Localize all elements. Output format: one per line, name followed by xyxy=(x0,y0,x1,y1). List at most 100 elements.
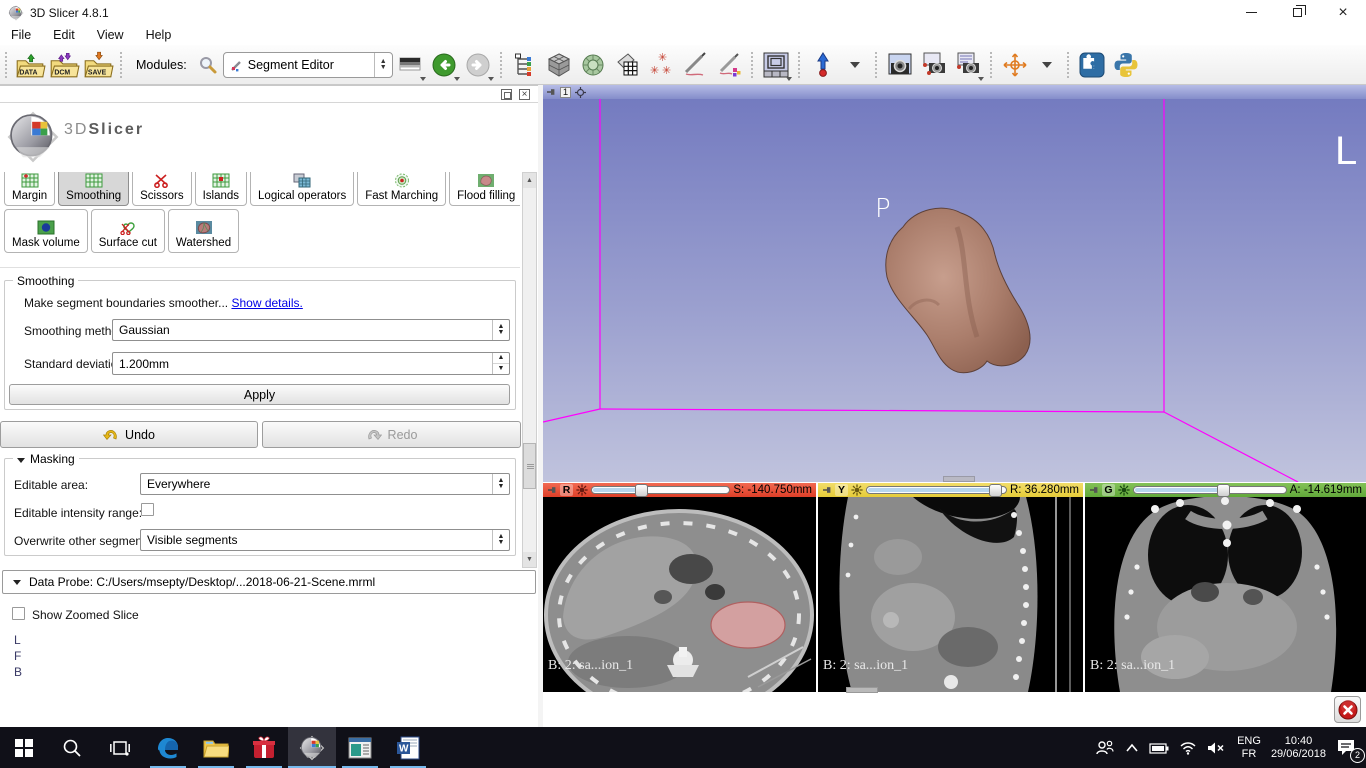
python-console-button[interactable] xyxy=(1109,48,1143,82)
apply-button[interactable]: Apply xyxy=(9,384,510,405)
scene-view-save-button[interactable] xyxy=(917,48,951,82)
masking-group-title[interactable]: Masking xyxy=(13,452,79,466)
taskbar-gift-app-button[interactable] xyxy=(240,727,288,768)
dicom-button[interactable]: DCM xyxy=(47,48,81,82)
forward-button[interactable] xyxy=(461,48,495,82)
action-center-button[interactable]: 2 xyxy=(1336,738,1358,758)
stddev-spinbox[interactable]: 1.200mm ▲▼ xyxy=(112,352,510,375)
pin-icon[interactable] xyxy=(546,87,556,97)
yellow-slice-bar[interactable]: Y R: 36.280mm xyxy=(818,483,1083,497)
crosshair-button[interactable] xyxy=(998,48,1032,82)
data-module-button[interactable] xyxy=(542,48,576,82)
slider-handle[interactable] xyxy=(989,484,1002,497)
people-icon[interactable] xyxy=(1095,739,1115,757)
panel-float-icon[interactable] xyxy=(501,89,512,100)
module-search-button[interactable] xyxy=(193,48,223,82)
effect-margin[interactable]: Margin xyxy=(4,172,55,206)
scrollbar-thumb[interactable] xyxy=(523,443,536,489)
subject-hierarchy-button[interactable] xyxy=(508,48,542,82)
spin-down-icon[interactable]: ▼ xyxy=(493,364,509,374)
view3d-header[interactable]: 1 xyxy=(543,85,1366,99)
view-splitter-grip[interactable] xyxy=(943,476,975,482)
taskbar-search-button[interactable] xyxy=(48,727,96,768)
editable-area-combo[interactable]: Everywhere ▲▼ xyxy=(140,473,510,495)
menu-file[interactable]: File xyxy=(0,26,42,44)
transforms-module-button[interactable] xyxy=(610,48,644,82)
screenshot-button[interactable] xyxy=(883,48,917,82)
effect-smoothing[interactable]: Smoothing xyxy=(58,172,129,206)
menu-edit[interactable]: Edit xyxy=(42,26,86,44)
visibility-eye-icon[interactable] xyxy=(851,484,863,496)
effect-islands[interactable]: Islands xyxy=(195,172,247,206)
layout-selector-button[interactable] xyxy=(759,48,793,82)
wifi-icon[interactable] xyxy=(1179,741,1197,755)
ruler-module-button[interactable] xyxy=(678,48,712,82)
mouse-place-button[interactable] xyxy=(806,48,840,82)
view3d-crosshair-icon[interactable] xyxy=(575,87,586,98)
back-button[interactable] xyxy=(427,48,461,82)
smoothing-method-combo[interactable]: Gaussian ▲▼ xyxy=(112,319,510,341)
taskbar-slicer-button[interactable] xyxy=(288,727,336,768)
undo-button[interactable]: Undo xyxy=(0,421,258,448)
effect-mask-volume[interactable]: Mask volume xyxy=(4,209,88,253)
restore-button[interactable] xyxy=(1274,0,1320,25)
clock[interactable]: 10:40 29/06/2018 xyxy=(1271,735,1326,761)
effect-logical-operators[interactable]: Logical operators xyxy=(250,172,354,206)
module-panel-scrollbar[interactable]: ▲ ▼ xyxy=(522,172,537,568)
panel-close-icon[interactable]: × xyxy=(519,89,530,100)
slider-handle[interactable] xyxy=(635,484,648,497)
yellow-slice-slider[interactable] xyxy=(866,486,1007,494)
red-slice-slider[interactable] xyxy=(591,486,730,494)
slider-handle[interactable] xyxy=(1217,484,1230,497)
slice-splitter-grip[interactable] xyxy=(846,687,878,693)
intensity-range-checkbox[interactable] xyxy=(141,503,154,516)
effect-scissors[interactable]: Scissors xyxy=(132,172,191,206)
volume-muted-icon[interactable] xyxy=(1207,741,1227,755)
markups-module-button[interactable]: ✳✳✳ xyxy=(644,48,678,82)
visibility-eye-icon[interactable] xyxy=(1118,484,1130,496)
data-probe-bar[interactable]: Data Probe: C:/Users/msepty/Desktop/...2… xyxy=(2,570,536,594)
module-selector[interactable]: Segment Editor ▲ ▼ xyxy=(223,52,393,78)
module-selector-spinner[interactable]: ▲ ▼ xyxy=(374,53,392,77)
green-slice-view[interactable]: B: 2: sa...ion_1 xyxy=(1085,497,1366,692)
pin-icon[interactable] xyxy=(822,485,832,495)
view3d-canvas[interactable]: P L xyxy=(543,99,1366,482)
taskbar-app-window-button[interactable] xyxy=(336,727,384,768)
models-module-button[interactable] xyxy=(576,48,610,82)
effect-watershed[interactable]: Watershed xyxy=(168,209,239,253)
mouse-mode-caret-button[interactable] xyxy=(840,48,870,82)
yellow-slice-view[interactable]: B: 2: sa...ion_1 xyxy=(818,497,1083,692)
show-details-link[interactable]: Show details. xyxy=(231,296,302,310)
scroll-up-icon[interactable]: ▲ xyxy=(523,173,536,188)
green-slice-bar[interactable]: G A: -14.619mm xyxy=(1085,483,1366,497)
green-slice-slider[interactable] xyxy=(1133,486,1287,494)
red-slice-view[interactable]: B: 2: sa...ion_1 xyxy=(543,497,816,692)
scene-view-restore-button[interactable] xyxy=(951,48,985,82)
close-button[interactable]: × xyxy=(1320,0,1366,25)
redo-button[interactable]: Redo xyxy=(262,421,521,448)
taskbar-explorer-button[interactable] xyxy=(192,727,240,768)
extensions-manager-button[interactable]: E xyxy=(1075,48,1109,82)
load-data-button[interactable]: DATA xyxy=(13,48,47,82)
annotations-module-button[interactable] xyxy=(712,48,746,82)
taskbar-word-button[interactable]: W xyxy=(384,727,432,768)
notification-close-button[interactable] xyxy=(1334,696,1361,723)
spin-up-icon[interactable]: ▲ xyxy=(493,353,509,364)
taskbar-edge-button[interactable] xyxy=(144,727,192,768)
effect-flood-filling[interactable]: Flood filling xyxy=(449,172,520,206)
language-indicator[interactable]: ENG FR xyxy=(1237,735,1261,761)
task-view-button[interactable] xyxy=(96,727,144,768)
menu-help[interactable]: Help xyxy=(135,26,183,44)
battery-icon[interactable] xyxy=(1149,742,1169,754)
menu-view[interactable]: View xyxy=(86,26,135,44)
module-history-button[interactable] xyxy=(393,48,427,82)
pin-icon[interactable] xyxy=(547,485,557,495)
save-button[interactable]: SAVE xyxy=(81,48,115,82)
scroll-down-icon[interactable]: ▼ xyxy=(523,552,536,567)
visibility-eye-icon[interactable] xyxy=(576,484,588,496)
crosshair-caret-button[interactable] xyxy=(1032,48,1062,82)
tray-expand-chevron-icon[interactable] xyxy=(1125,743,1139,753)
start-button[interactable] xyxy=(0,727,48,768)
effect-fast-marching[interactable]: Fast Marching xyxy=(357,172,446,206)
show-zoomed-slice-checkbox[interactable] xyxy=(12,607,25,620)
